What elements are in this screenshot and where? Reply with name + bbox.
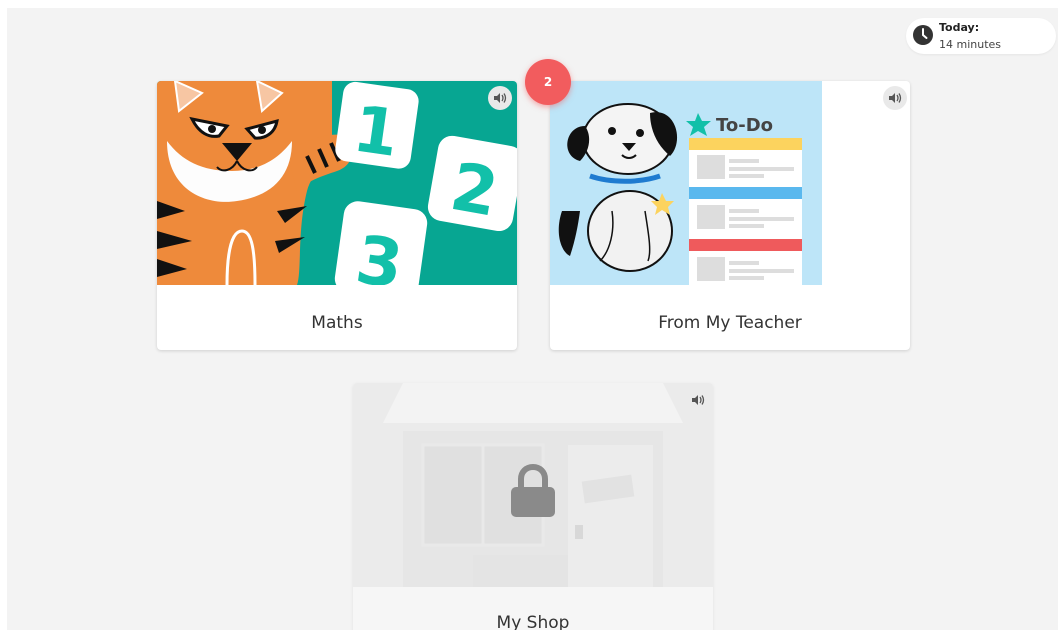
- lock-icon: [511, 463, 555, 517]
- speaker-icon: [889, 93, 902, 103]
- number-three: 3: [351, 221, 407, 285]
- shop-speaker-button[interactable]: [686, 388, 710, 412]
- clock-icon: [913, 25, 933, 45]
- speaker-icon: [692, 395, 705, 405]
- today-time-badge: Today: 14 minutes: [906, 18, 1056, 54]
- speaker-icon: [494, 93, 507, 103]
- maths-card-label: Maths: [311, 313, 363, 333]
- maths-illustration: 1 2 3: [157, 81, 517, 285]
- teacher-illustration: To-Do: [550, 81, 822, 285]
- from-my-teacher-card[interactable]: To-Do From My Teacher: [550, 81, 910, 350]
- today-minutes: 14 minutes: [939, 38, 1002, 51]
- notification-badge[interactable]: 2: [525, 59, 571, 105]
- teacher-speaker-button[interactable]: [883, 86, 907, 110]
- today-label: Today:: [939, 21, 980, 34]
- todo-heading: To-Do: [716, 115, 773, 136]
- maths-card[interactable]: 1 2 3 Maths: [157, 81, 517, 350]
- home-stage: Today: 14 minutes 1 2 3 Maths To-Do From…: [7, 8, 1058, 630]
- my-shop-card-label: My Shop: [496, 613, 570, 630]
- my-shop-card[interactable]: My Shop: [353, 383, 713, 630]
- from-my-teacher-card-label: From My Teacher: [658, 313, 802, 333]
- maths-speaker-button[interactable]: [488, 86, 512, 110]
